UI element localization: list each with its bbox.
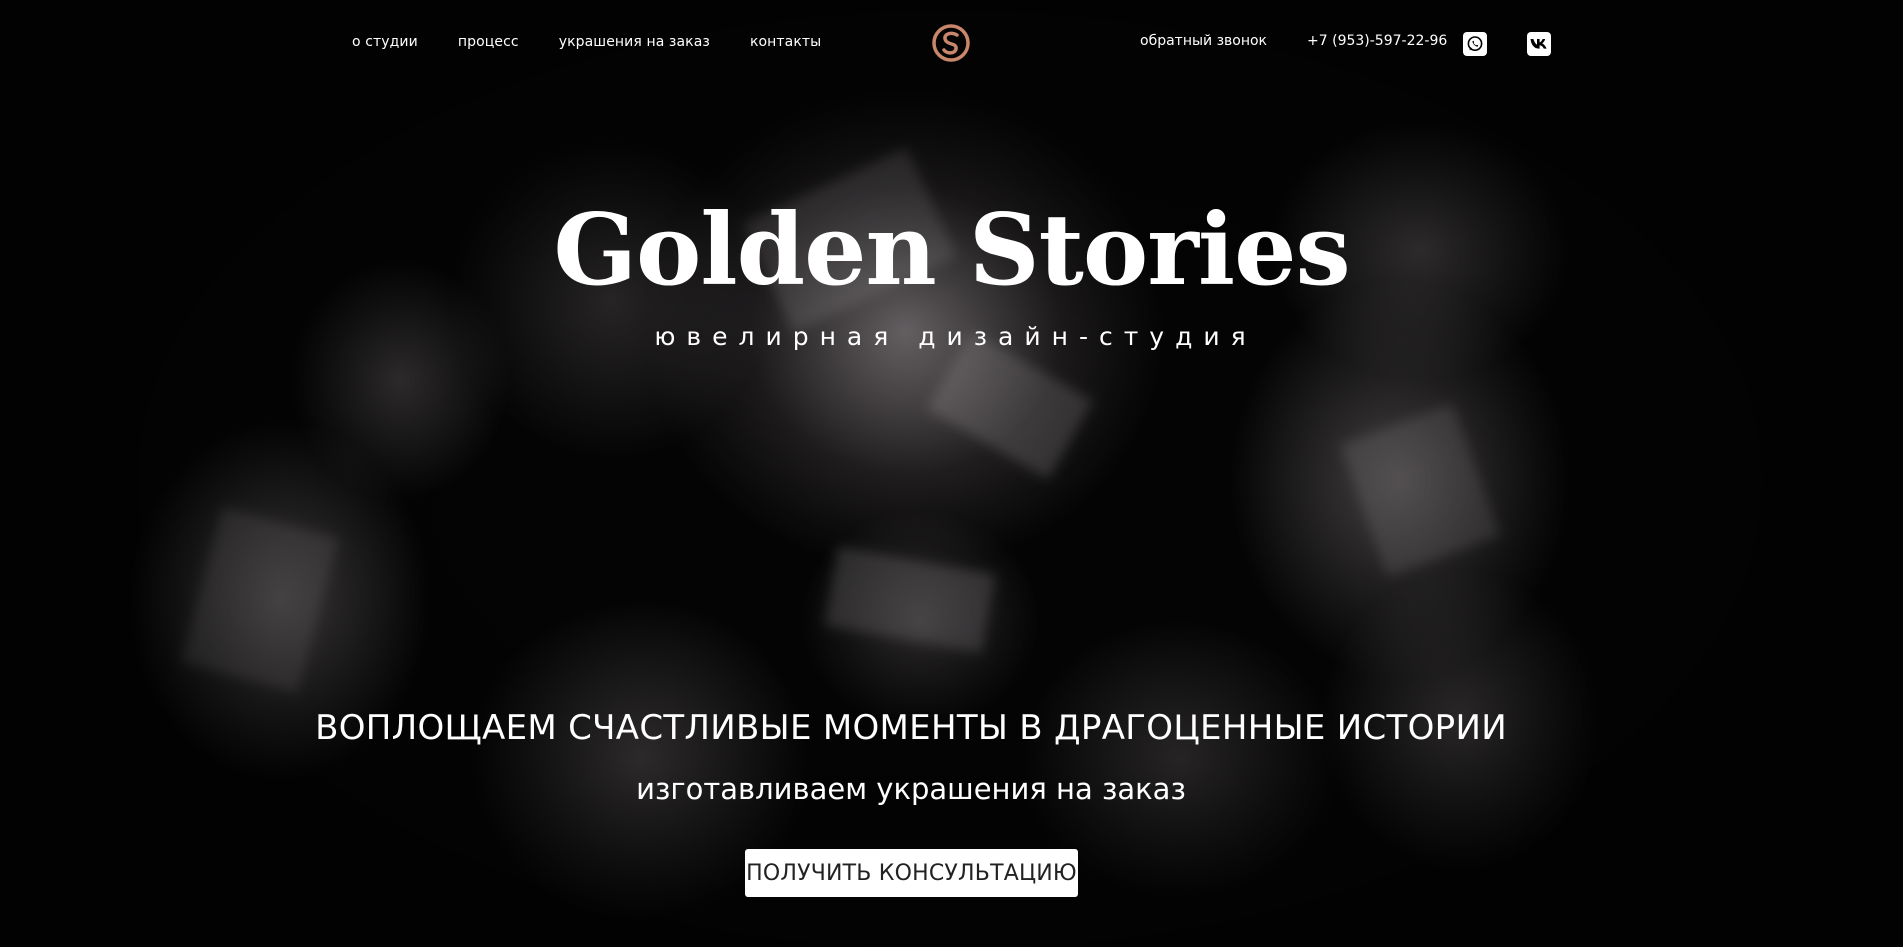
nav-item-about[interactable]: о студии xyxy=(352,34,418,50)
get-consultation-button[interactable]: ПОЛУЧИТЬ КОНСУЛЬТАЦИЮ xyxy=(745,849,1078,897)
golden-s-logo-icon[interactable] xyxy=(930,22,972,64)
whatsapp-icon[interactable] xyxy=(1463,32,1487,56)
header-contacts: обратный звонок +7 (953)-597-22-96 xyxy=(1140,33,1487,49)
nav-item-contacts[interactable]: контакты xyxy=(750,34,821,50)
nav-item-custom-jewelry[interactable]: украшения на заказ xyxy=(559,34,710,50)
phone-link[interactable]: +7 (953)-597-22-96 xyxy=(1307,33,1447,49)
brand-subtitle: ювелирная дизайн-студия xyxy=(654,322,1257,351)
hero-section: о студии процесс украшения на заказ конт… xyxy=(0,0,1903,947)
vk-icon[interactable] xyxy=(1527,32,1551,56)
callback-link[interactable]: обратный звонок xyxy=(1140,33,1267,49)
hero-subheadline: изготавливаем украшения на заказ xyxy=(636,772,1186,806)
main-nav: о студии процесс украшения на заказ конт… xyxy=(352,34,821,50)
hero-headline: ВОПЛОЩАЕМ СЧАСТЛИВЫЕ МОМЕНТЫ В ДРАГОЦЕНН… xyxy=(315,708,1507,748)
nav-item-process[interactable]: процесс xyxy=(458,34,519,50)
brand-logo-title: Golden Stories xyxy=(553,193,1350,308)
